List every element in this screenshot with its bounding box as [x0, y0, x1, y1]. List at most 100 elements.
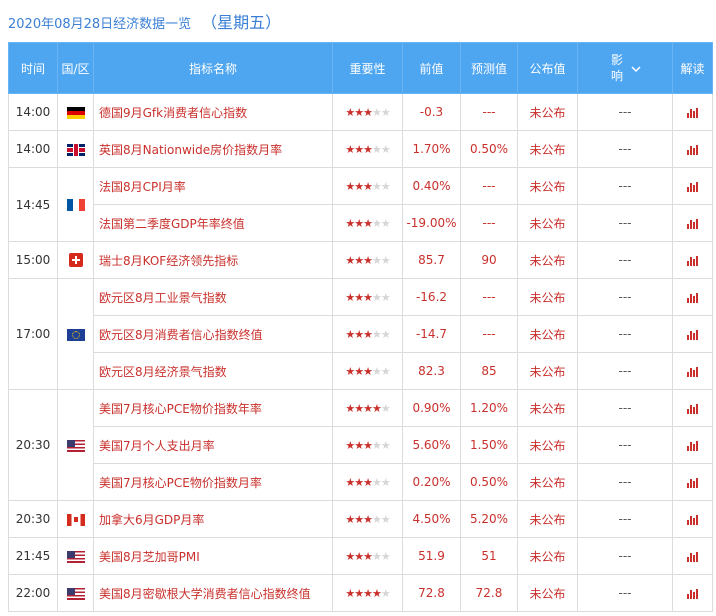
indicator-name-link[interactable]: 美国7月核心PCE物价指数年率: [93, 389, 333, 427]
star-icon: ★: [371, 180, 382, 193]
indicator-name-link[interactable]: 美国8月密歇根大学消费者信心指数终值: [93, 574, 333, 612]
forecast-value: 72.8: [460, 574, 518, 612]
published-value: 未公布: [517, 500, 578, 538]
bar-chart-icon[interactable]: [687, 292, 698, 303]
impact-value: ---: [577, 352, 673, 390]
uk-flag: [66, 143, 85, 156]
bar-chart-icon[interactable]: [687, 218, 698, 229]
importance-cell: ★★★★★: [332, 352, 403, 390]
table-row: 14:00 德国9月Gfk消费者信心指数 ★★★★★ -0.3 --- 未公布 ---: [8, 93, 713, 131]
published-value: 未公布: [517, 463, 578, 501]
importance-stars: ★★★★★: [345, 439, 390, 452]
analysis-cell[interactable]: [672, 537, 713, 575]
indicator-name-link[interactable]: 美国8月芝加哥PMI: [93, 537, 333, 575]
previous-value: 72.8: [402, 574, 461, 612]
star-icon: ★: [380, 550, 391, 563]
published-value: 未公布: [517, 574, 578, 612]
star-icon: ★: [363, 180, 373, 193]
star-icon: ★: [354, 402, 364, 415]
bar-chart-icon[interactable]: [687, 551, 698, 562]
bar-chart-icon[interactable]: [687, 181, 698, 192]
analysis-cell[interactable]: [672, 204, 713, 242]
chevron-down-icon[interactable]: [631, 61, 641, 75]
bar-chart-icon[interactable]: [687, 477, 698, 488]
star-icon: ★: [380, 180, 391, 193]
analysis-cell[interactable]: [672, 500, 713, 538]
importance-cell: ★★★★★: [332, 389, 403, 427]
bar-chart-icon[interactable]: [687, 107, 698, 118]
star-icon: ★: [363, 106, 373, 119]
time-cell: 15:00: [8, 241, 58, 279]
star-icon: ★: [363, 550, 373, 563]
star-icon: ★: [380, 402, 391, 415]
analysis-cell[interactable]: [672, 93, 713, 131]
indicator-name-link[interactable]: 欧元区8月消费者信心指数终值: [93, 315, 333, 353]
star-icon: ★: [354, 217, 364, 230]
star-icon: ★: [371, 365, 382, 378]
bar-chart-icon[interactable]: [687, 255, 698, 266]
bar-chart-icon[interactable]: [687, 144, 698, 155]
published-value: 未公布: [517, 241, 578, 279]
star-icon: ★: [354, 476, 364, 489]
indicator-name-link[interactable]: 瑞士8月KOF经济领先指标: [93, 241, 333, 279]
time-cell: 20:30: [8, 389, 58, 501]
switzerland-flag: [68, 253, 83, 268]
forecast-value: ---: [460, 278, 518, 316]
analysis-cell[interactable]: [672, 389, 713, 427]
table-row: 20:30 加拿大6月GDP月率 ★★★★★ 4.50% 5.20% 未公布 ---: [8, 500, 713, 538]
bar-chart-icon[interactable]: [687, 588, 698, 599]
table-row: 17:00 欧元区8月工业景气指数 ★★★★★ -16.2 --- 未公布 ---: [8, 278, 713, 390]
table-row: 21:45 美国8月芝加哥PMI ★★★★★ 51.9 51 未公布 ---: [8, 537, 713, 575]
published-value: 未公布: [517, 130, 578, 168]
table-body: 14:00 德国9月Gfk消费者信心指数 ★★★★★ -0.3 --- 未公布 --- 14:…: [8, 93, 713, 612]
table-row: 20:30 美国7月核心PCE物价指数年率 ★★★★★ 0.90% 1.20% 未公布 --…: [8, 389, 713, 501]
star-icon: ★: [380, 328, 391, 341]
analysis-cell[interactable]: [672, 130, 713, 168]
region-cell: [57, 278, 94, 390]
previous-value: -0.3: [402, 93, 461, 131]
indicator-name-link[interactable]: 法国8月CPI月率: [93, 167, 333, 205]
bar-chart-icon[interactable]: [687, 366, 698, 377]
analysis-cell[interactable]: [672, 574, 713, 612]
analysis-cell[interactable]: [672, 463, 713, 501]
star-icon: ★: [345, 402, 355, 415]
indicator-name-link[interactable]: 欧元区8月工业景气指数: [93, 278, 333, 316]
star-icon: ★: [380, 106, 391, 119]
forecast-value: 0.50%: [460, 463, 518, 501]
table-row: 美国7月核心PCE物价指数月率 ★★★★★ 0.20% 0.50% 未公布 ---: [9, 463, 713, 501]
region-cell: [57, 500, 94, 538]
analysis-cell[interactable]: [672, 352, 713, 390]
indicator-name-link[interactable]: 欧元区8月经济景气指数: [93, 352, 333, 390]
star-icon: ★: [354, 254, 364, 267]
bar-chart-icon[interactable]: [687, 403, 698, 414]
indicator-name-link[interactable]: 英国8月Nationwide房价指数月率: [93, 130, 333, 168]
star-icon: ★: [345, 217, 355, 230]
analysis-cell[interactable]: [672, 167, 713, 205]
previous-value: 1.70%: [402, 130, 461, 168]
star-icon: ★: [354, 328, 364, 341]
date-title: 2020年08月28日经济数据一览: [8, 17, 192, 32]
bar-chart-icon[interactable]: [687, 440, 698, 451]
indicator-name-link[interactable]: 美国7月核心PCE物价指数月率: [93, 463, 333, 501]
star-icon: ★: [371, 254, 382, 267]
indicator-name-link[interactable]: 法国第二季度GDP年率终值: [93, 204, 333, 242]
analysis-cell[interactable]: [672, 241, 713, 279]
star-icon: ★: [363, 513, 373, 526]
bar-chart-icon[interactable]: [687, 514, 698, 525]
indicator-name-link[interactable]: 美国7月个人支出月率: [93, 426, 333, 464]
analysis-cell[interactable]: [672, 278, 713, 316]
importance-stars: ★★★★★: [345, 550, 391, 563]
star-icon: ★: [363, 217, 373, 230]
published-value: 未公布: [517, 315, 578, 353]
indicator-name-link[interactable]: 德国9月Gfk消费者信心指数: [93, 93, 333, 131]
importance-cell: ★★★★★: [332, 500, 403, 538]
col-impact[interactable]: 影响: [577, 42, 673, 94]
bar-chart-icon[interactable]: [687, 329, 698, 340]
col-region: 国/区: [57, 42, 94, 94]
analysis-cell[interactable]: [672, 426, 713, 464]
star-icon: ★: [363, 439, 373, 452]
importance-stars: ★★★★★: [345, 365, 390, 378]
analysis-cell[interactable]: [672, 315, 713, 353]
indicator-name-link[interactable]: 加拿大6月GDP月率: [93, 500, 333, 538]
star-icon: ★: [371, 402, 382, 415]
